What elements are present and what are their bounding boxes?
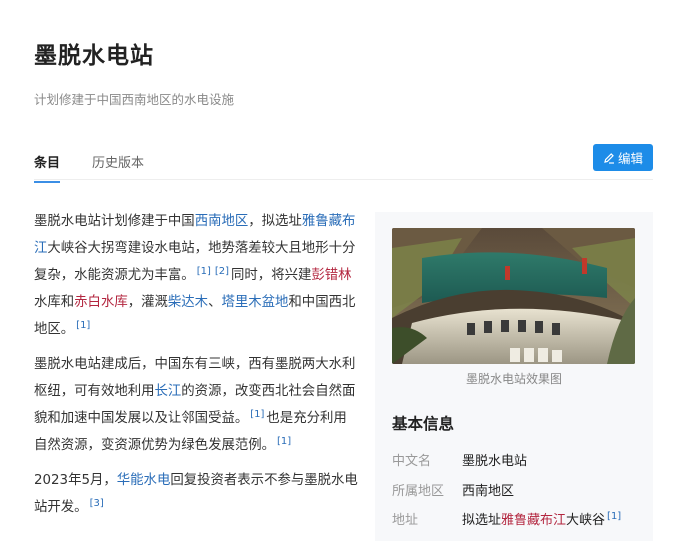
reference-link[interactable]: [1] xyxy=(277,436,291,447)
page-title: 墨脱水电站 xyxy=(34,43,154,69)
text: 水库和 xyxy=(34,295,75,310)
text: ，灌溉 xyxy=(127,295,168,310)
info-key: 所属地区 xyxy=(392,484,445,499)
info-key: 地址 xyxy=(392,513,419,528)
info-value: 拟选址雅鲁藏布江大峡谷 [1] xyxy=(462,509,623,528)
link-tarim-basin[interactable]: 塔里木盆地 xyxy=(221,295,288,310)
reference-link[interactable]: [1] xyxy=(607,511,621,522)
reference-link[interactable]: [1] xyxy=(250,409,264,420)
info-row-chinese-name: 中文名 墨脱水电站 xyxy=(392,450,527,469)
infobox: 墨脱水电站效果图 基本信息 中文名 墨脱水电站 所属地区 西南地区 地址 拟选址… xyxy=(375,212,653,541)
dam-rendering-image[interactable] xyxy=(392,228,635,364)
reference-link[interactable]: [3] xyxy=(90,498,104,509)
reference-link[interactable]: [1] xyxy=(197,266,211,277)
link-southwest[interactable]: 西南地区 xyxy=(195,214,249,229)
link-huaneng-hydro[interactable]: 华能水电 xyxy=(117,473,171,488)
paragraph: 墨脱水电站计划修建于中国西南地区，拟选址雅鲁藏布江大峡谷大拐弯建设水电站，地势落… xyxy=(34,208,358,343)
text: 墨脱水电站计划修建于中国 xyxy=(34,214,195,229)
article-body: 墨脱水电站计划修建于中国西南地区，拟选址雅鲁藏布江大峡谷大拐弯建设水电站，地势落… xyxy=(34,208,358,529)
paragraph: 墨脱水电站建成后，中国东有三峡，西有墨脱两大水利枢纽，可有效地利用长江的资源，改… xyxy=(34,351,358,459)
text: 大峡谷 xyxy=(566,513,606,528)
text: 同时，将兴建 xyxy=(231,268,312,283)
reference-link[interactable]: [2] xyxy=(215,266,229,277)
link-pengcuolin[interactable]: 彭错林 xyxy=(311,268,351,283)
paragraph: 2023年5月，华能水电回复投资者表示不参与墨脱水电站开发。 [3] xyxy=(34,467,358,521)
text: 2023年5月， xyxy=(34,473,117,488)
image-caption: 墨脱水电站效果图 xyxy=(465,372,562,386)
link-chibai-reservoir[interactable]: 赤白水库 xyxy=(74,295,128,310)
link-yangtze[interactable]: 长江 xyxy=(155,384,182,399)
text: 、 xyxy=(208,295,222,310)
info-key: 中文名 xyxy=(392,454,432,469)
info-row-region: 所属地区 西南地区 xyxy=(392,480,514,499)
info-value: 西南地区 xyxy=(462,484,515,499)
basic-info-heading: 基本信息 xyxy=(392,415,455,433)
link-yarlung-tsangpo[interactable]: 雅鲁藏布江 xyxy=(501,513,566,528)
page-subtitle: 计划修建于中国西南地区的水电设施 xyxy=(34,92,235,107)
info-row-address: 地址 拟选址雅鲁藏布江大峡谷 [1] xyxy=(392,509,623,528)
tab-divider xyxy=(34,179,653,180)
link-qaidam[interactable]: 柴达木 xyxy=(168,295,208,310)
reference-link[interactable]: [1] xyxy=(76,320,90,331)
edit-button[interactable]: 编辑 xyxy=(593,144,653,171)
info-value: 墨脱水电站 xyxy=(462,454,528,469)
text: 拟选址 xyxy=(462,513,502,528)
pen-icon xyxy=(604,152,614,164)
edit-button-label: 编辑 xyxy=(617,151,643,166)
text: ，拟选址 xyxy=(248,214,302,229)
